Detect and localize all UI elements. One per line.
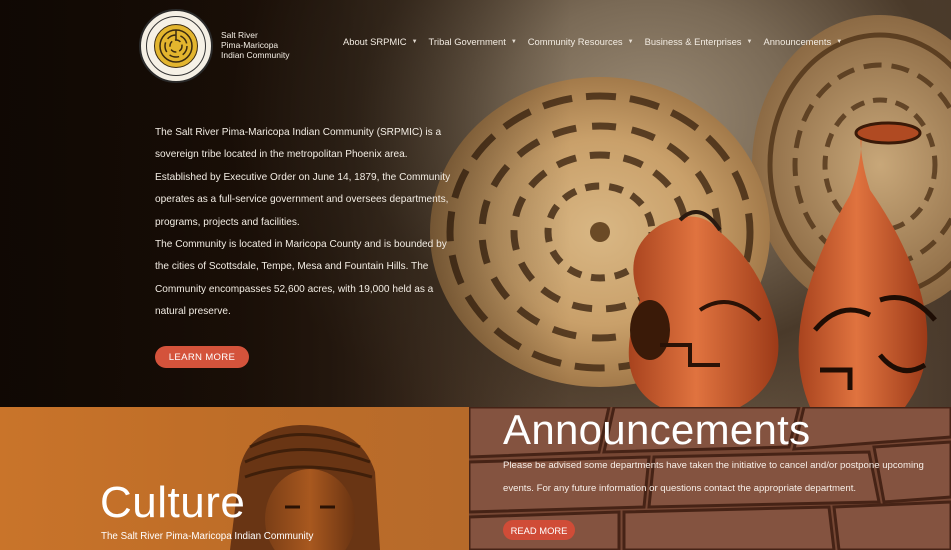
chevron-down-icon: ▼ [746,38,753,45]
man-in-maze-icon [159,29,193,63]
intro-paragraph: The Community is located in Maricopa Cou… [155,239,447,318]
nav-item-business[interactable]: Business & Enterprises ▼ [645,36,764,47]
nav-item-announcements[interactable]: Announcements ▼ [763,36,853,47]
main-nav: About SRPMIC ▼ Tribal Government ▼ Commu… [343,36,853,47]
nav-item-tribal-government[interactable]: Tribal Government ▼ [429,36,528,47]
brand-line: Salt River [221,30,258,40]
announcements-title: Announcements [503,406,811,453]
nav-item-about[interactable]: About SRPMIC ▼ [343,36,429,47]
nav-label: Tribal Government [428,36,506,47]
nav-item-community-resources[interactable]: Community Resources ▼ [528,36,645,47]
brand-line: Indian Community [221,50,290,60]
intro-paragraph: The Salt River Pima-Maricopa Indian Comm… [155,127,451,228]
nav-label: About SRPMIC [343,36,407,47]
chevron-down-icon: ▼ [411,38,418,45]
intro-text: The Salt River Pima-Maricopa Indian Comm… [155,122,455,324]
chevron-down-icon: ▼ [627,38,634,45]
chevron-down-icon: ▼ [510,38,517,45]
learn-more-button[interactable]: LEARN MORE [155,346,249,368]
nav-label: Business & Enterprises [644,36,742,47]
brand-name[interactable]: Salt River Pima-Maricopa Indian Communit… [221,30,301,60]
announcements-text: Please be advised some departments have … [503,460,924,494]
nav-label: Community Resources [527,36,623,47]
chevron-down-icon: ▼ [836,38,843,45]
read-more-button[interactable]: READ MORE [503,520,575,540]
nav-label: Announcements [763,36,832,47]
brand-line: Pima-Maricopa [221,40,279,50]
culture-title: Culture [100,478,246,527]
community-seal-icon[interactable] [139,9,213,83]
culture-subtitle: The Salt River Pima-Maricopa Indian Comm… [101,531,314,542]
